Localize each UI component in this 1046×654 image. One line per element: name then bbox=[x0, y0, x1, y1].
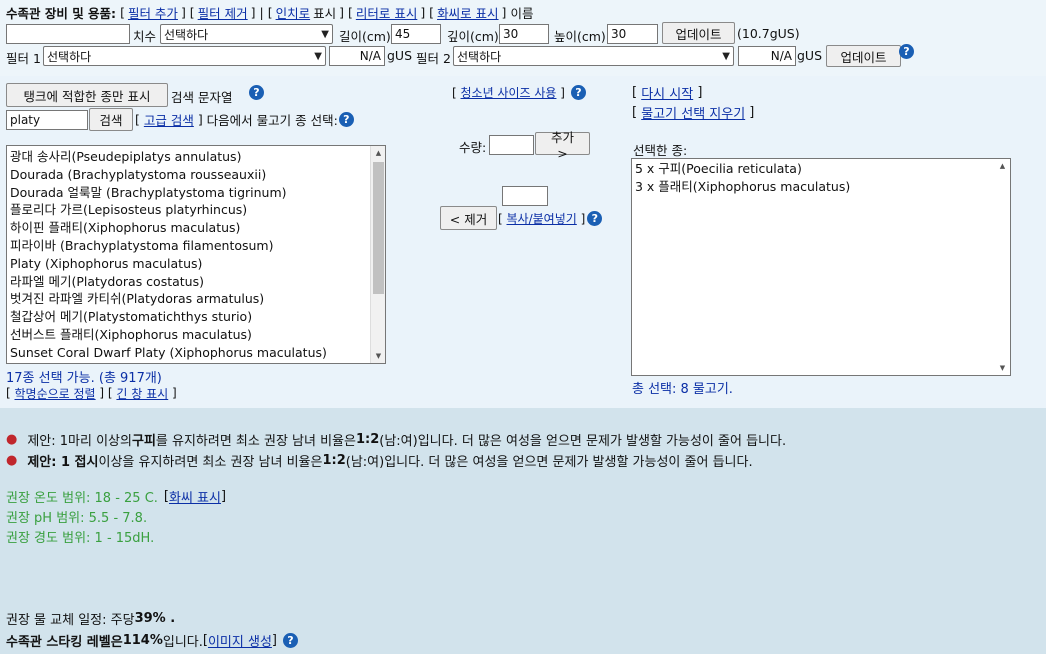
filter1-flow-input[interactable] bbox=[329, 46, 385, 66]
help-icon[interactable]: ? bbox=[570, 85, 586, 100]
update-filters-button[interactable]: 업데이트 bbox=[826, 45, 901, 67]
filter2-select[interactable]: 선택하다 ▼ bbox=[453, 46, 734, 66]
list-item[interactable]: 5 x 구피(Poecilia reticulata) bbox=[632, 160, 1010, 178]
restart-link[interactable]: 다시 시작 bbox=[641, 83, 693, 102]
select-from-label: 다음에서 물고기 종 선택: bbox=[206, 113, 338, 128]
chevron-down-icon: ▼ bbox=[314, 50, 322, 62]
list-item[interactable]: Dourada 얼룩말 (Brachyplatystoma tigrinum) bbox=[7, 184, 385, 202]
list-item[interactable]: 선버스트 플래티(Xiphophorus maculatus) bbox=[7, 326, 385, 344]
help-icon[interactable]: ? bbox=[338, 112, 354, 127]
filter1-label: 필터 1 bbox=[6, 51, 41, 66]
quantity-label: 수량: bbox=[459, 140, 487, 155]
scrollbar[interactable]: ▲ ▼ bbox=[370, 146, 385, 363]
scroll-up-icon[interactable]: ▲ bbox=[371, 146, 385, 160]
filter2-flow-input[interactable] bbox=[738, 46, 796, 66]
header-row: 수족관 장비 및 용품: [ 필터 추가 ] [ 필터 제거 ] | [ 인치로… bbox=[6, 3, 534, 22]
fahrenheit-display-link[interactable]: 화씨로 표시 bbox=[437, 3, 498, 22]
list-item[interactable]: Dourada (Brachyplatystoma rousseauxii) bbox=[7, 166, 385, 184]
list-item[interactable]: 3 x 플래티(Xiphophorus maculatus) bbox=[632, 178, 1010, 196]
remove-quantity-input[interactable] bbox=[502, 186, 548, 206]
show-fit-species-button[interactable]: 탱크에 적합한 종만 표시 bbox=[6, 83, 168, 107]
water-change: 권장 물 교체 일정: 주당 39% . bbox=[6, 610, 176, 628]
list-item[interactable]: 피라이바 (Brachyplatystoma filamentosum) bbox=[7, 237, 385, 255]
stocking-level: 수족관 스타킹 레벨은 114% 입니다. [이미지 생성] ? bbox=[6, 630, 298, 650]
remove-filter-link[interactable]: 필터 제거 bbox=[198, 3, 248, 22]
ph-range: 권장 pH 범위: 5.5 - 7.8. bbox=[6, 511, 148, 526]
filter1-select[interactable]: 선택하다 ▼ bbox=[43, 46, 326, 66]
warning-platy: ● 제안: 1 접시 이상을 유지하려면 최소 권장 남녀 비율은 1:2 (남… bbox=[6, 452, 753, 470]
add-filter-link[interactable]: 필터 추가 bbox=[128, 3, 178, 22]
scroll-down-icon[interactable]: ▼ bbox=[995, 361, 1010, 375]
remove-species-button[interactable]: < 제거 bbox=[440, 206, 497, 230]
depth-input[interactable] bbox=[499, 24, 549, 44]
list-item[interactable]: 플로리다 가르(Lepisosteus platyrhincus) bbox=[7, 201, 385, 219]
search-button[interactable]: 검색 bbox=[89, 108, 133, 131]
quantity-input[interactable] bbox=[489, 135, 534, 155]
help-icon[interactable]: ? bbox=[282, 632, 298, 648]
list-item[interactable]: 광대 송사리(Pseudepiplatys annulatus) bbox=[7, 148, 385, 166]
clear-selection-link[interactable]: 물고기 선택 지우기 bbox=[641, 103, 745, 122]
warning-guppy: ● 제안: 1마리 이상의 구피 를 유지하려면 최소 권장 남녀 비율은 1:… bbox=[6, 431, 787, 449]
chevron-down-icon: ▼ bbox=[722, 50, 730, 62]
temp-range: 권장 온도 범위: 18 - 25 C. [화씨 표시] bbox=[6, 487, 227, 506]
list-item[interactable]: 라파엘 메기(Platydoras costatus) bbox=[7, 273, 385, 291]
volume-display: (10.7gUS) bbox=[737, 26, 800, 41]
filter1-unit: gUS bbox=[387, 48, 413, 63]
long-window-link[interactable]: 긴 창 표시 bbox=[116, 385, 168, 402]
scroll-up-icon[interactable]: ▲ bbox=[995, 159, 1010, 173]
add-species-button[interactable]: 추가 > bbox=[535, 130, 590, 161]
species-count: 17종 선택 가능. (총 917개) bbox=[6, 371, 162, 386]
list-item[interactable]: 철갑상어 메기(Platystomatichthys sturio) bbox=[7, 308, 385, 326]
species-search-input[interactable] bbox=[6, 110, 88, 130]
selected-species-label: 선택한 종: bbox=[633, 143, 688, 158]
length-label: 길이(cm) bbox=[339, 29, 391, 44]
depth-label: 깊이(cm) bbox=[447, 29, 499, 44]
list-item[interactable]: 하이핀 플래티(Xiphophorus maculatus) bbox=[7, 219, 385, 237]
search-string-label: 검색 문자열 bbox=[171, 90, 233, 105]
height-input[interactable] bbox=[607, 24, 658, 44]
tank-name-input[interactable] bbox=[6, 24, 130, 44]
help-icon[interactable]: ? bbox=[587, 211, 603, 226]
list-item[interactable]: 벗겨진 라파엘 카티쉬(Platydoras armatulus) bbox=[7, 290, 385, 308]
name-label: 이름 bbox=[510, 5, 534, 21]
sort-scientific-link[interactable]: 학명순으로 정렬 bbox=[15, 385, 96, 402]
scrollbar[interactable]: ▲ ▼ bbox=[995, 159, 1010, 375]
chevron-down-icon: ▼ bbox=[321, 28, 329, 40]
filter2-unit: gUS bbox=[797, 48, 823, 63]
list-item[interactable]: Platy (Xiphophorus maculatus) bbox=[7, 255, 385, 273]
generate-image-link[interactable]: 이미지 생성 bbox=[208, 631, 272, 650]
species-listbox[interactable]: 광대 송사리(Pseudepiplatys annulatus) Dourada … bbox=[6, 145, 386, 364]
selected-species-listbox[interactable]: 5 x 구피(Poecilia reticulata) 3 x 플래티(Xipho… bbox=[631, 158, 1011, 376]
help-icon[interactable]: ? bbox=[899, 44, 914, 59]
scrollbar-thumb[interactable] bbox=[373, 162, 384, 294]
length-input[interactable] bbox=[391, 24, 441, 44]
help-icon[interactable]: ? bbox=[249, 85, 264, 100]
height-label: 높이(cm) bbox=[554, 29, 606, 44]
page-title: 수족관 장비 및 용품: bbox=[6, 5, 117, 21]
juvenile-size-link[interactable]: 청소년 사이즈 사용 bbox=[461, 84, 557, 101]
inch-link[interactable]: 인치로 bbox=[276, 3, 311, 22]
update-dimensions-button[interactable]: 업데이트 bbox=[662, 22, 735, 44]
advanced-search-link[interactable]: 고급 검색 bbox=[144, 110, 194, 129]
fahrenheit-show-link[interactable]: 화씨 표시 bbox=[169, 487, 221, 506]
list-item[interactable]: Sunset Coral Dwarf Platy (Xiphophorus ma… bbox=[7, 344, 385, 362]
liter-display-link[interactable]: 리터로 표시 bbox=[356, 3, 417, 22]
total-selected: 총 선택: 8 물고기. bbox=[632, 382, 733, 397]
filter2-label: 필터 2 bbox=[416, 51, 451, 66]
dimensions-label: 치수 bbox=[133, 29, 157, 44]
dimensions-select[interactable]: 선택하다 ▼ bbox=[160, 24, 333, 44]
copy-paste-link[interactable]: 복사/붙여넣기 bbox=[507, 210, 577, 227]
scroll-down-icon[interactable]: ▼ bbox=[371, 349, 385, 363]
hardness-range: 권장 경도 범위: 1 - 15dH. bbox=[6, 531, 155, 546]
